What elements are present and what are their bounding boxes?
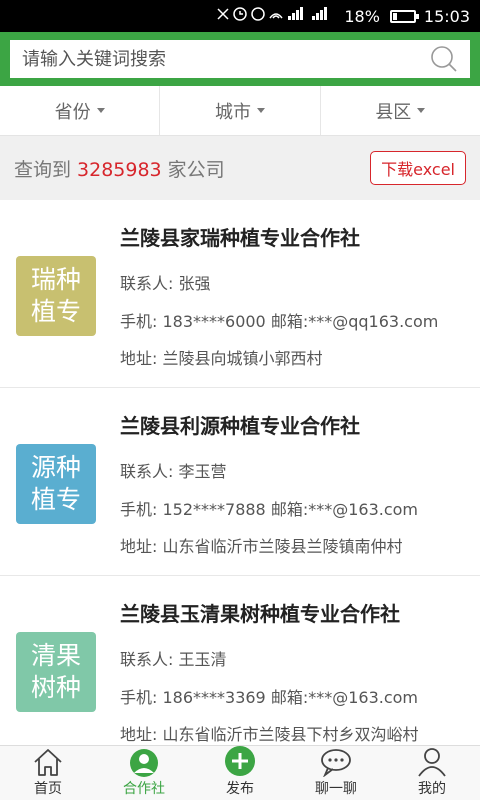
logo-line: 源种 <box>30 453 81 482</box>
logo-line: 树种 <box>30 673 81 702</box>
company-phone-email: 手机: 152****7888 邮箱:***@163.com <box>120 500 419 519</box>
result-count-text: 查询到 3285983 家公司 <box>14 155 225 182</box>
clock: 15:03 <box>423 6 470 26</box>
tab-label: 聊一聊 <box>315 781 357 797</box>
tab-home[interactable]: 首页 <box>0 746 96 800</box>
cooperative-icon <box>127 746 161 778</box>
filter-bar: 省份 城市 县区 <box>0 86 480 136</box>
filter-label: 县区 <box>375 101 412 123</box>
company-phone-email: 手机: 183****6000 邮箱:***@qq163.com <box>120 312 439 331</box>
result-prefix: 查询到 <box>14 158 72 181</box>
caret-down-icon <box>256 108 265 113</box>
tab-profile[interactable]: 我的 <box>384 746 480 800</box>
company-name: 兰陵县家瑞种植专业合作社 <box>120 226 360 250</box>
company-address: 地址: 山东省临沂市兰陵县下村乡双沟峪村 <box>120 725 419 744</box>
company-name: 兰陵县玉清果树种植专业合作社 <box>120 602 400 626</box>
result-summary: 查询到 3285983 家公司 下载excel <box>0 136 480 200</box>
filter-province[interactable]: 省份 <box>0 86 161 135</box>
signal-icons <box>217 7 328 21</box>
search-icon[interactable] <box>430 45 458 73</box>
company-logo: 源种 植专 <box>16 444 96 524</box>
profile-icon <box>416 746 448 778</box>
tab-chat[interactable]: 聊一聊 <box>288 746 384 800</box>
tab-cooperative[interactable]: 合作社 <box>96 746 192 800</box>
company-name: 兰陵县利源种植专业合作社 <box>120 414 360 438</box>
filter-district[interactable]: 县区 <box>321 86 480 135</box>
company-card[interactable]: 清果 树种 兰陵县玉清果树种植专业合作社 联系人: 王玉清 手机: 186***… <box>0 576 480 745</box>
company-contact: 联系人: 张强 <box>120 274 211 293</box>
caret-down-icon <box>96 108 105 113</box>
download-excel-button[interactable]: 下载excel <box>370 151 466 185</box>
tab-label: 我的 <box>418 781 446 797</box>
chat-icon <box>319 746 353 778</box>
company-address: 地址: 兰陵县向城镇小郭西村 <box>120 349 323 368</box>
logo-line: 植专 <box>30 297 81 326</box>
filter-city[interactable]: 城市 <box>160 86 321 135</box>
publish-icon <box>223 744 257 778</box>
battery-icon <box>389 9 419 23</box>
company-card[interactable]: 源种 植专 兰陵县利源种植专业合作社 联系人: 李玉营 手机: 152****7… <box>0 388 480 576</box>
result-count: 3285983 <box>77 158 162 181</box>
home-icon <box>32 746 64 778</box>
status-bar: 18% 15:03 <box>0 0 480 32</box>
filter-label: 省份 <box>54 101 91 123</box>
tab-label: 首页 <box>34 781 62 797</box>
tab-publish[interactable]: 发布 <box>192 746 288 800</box>
company-phone-email: 手机: 186****3369 邮箱:***@163.com <box>120 688 419 707</box>
company-logo: 清果 树种 <box>16 632 96 712</box>
company-logo: 瑞种 植专 <box>16 256 96 336</box>
status-icons <box>216 6 336 26</box>
company-address: 地址: 山东省临沂市兰陵县兰陵镇南仲村 <box>120 537 403 556</box>
filter-label: 城市 <box>214 101 251 123</box>
logo-line: 瑞种 <box>30 265 81 294</box>
logo-line: 植专 <box>30 485 81 514</box>
tab-label: 合作社 <box>123 781 165 797</box>
logo-line: 清果 <box>30 641 81 670</box>
company-list: 瑞种 植专 兰陵县家瑞种植专业合作社 联系人: 张强 手机: 183****60… <box>0 200 480 745</box>
caret-down-icon <box>417 108 426 113</box>
battery-percent: 18% <box>344 6 380 26</box>
company-contact: 联系人: 李玉营 <box>120 462 227 481</box>
search-input[interactable] <box>22 48 430 70</box>
company-card[interactable]: 瑞种 植专 兰陵县家瑞种植专业合作社 联系人: 张强 手机: 183****60… <box>0 200 480 388</box>
company-contact: 联系人: 王玉清 <box>120 650 227 669</box>
bottom-tab-bar: 首页 合作社 发布 聊一聊 我的 <box>0 745 480 800</box>
search-bar <box>0 32 480 86</box>
search-box <box>10 40 470 78</box>
tab-label: 发布 <box>226 781 254 797</box>
result-suffix: 家公司 <box>167 158 225 181</box>
